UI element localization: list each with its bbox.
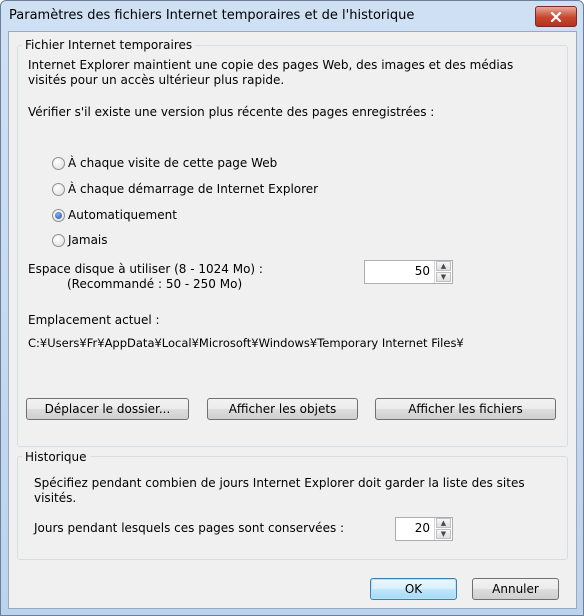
- history-description-2: visités.: [34, 491, 77, 505]
- chevron-up-icon: ▲: [440, 519, 447, 527]
- radio-never-label[interactable]: Jamais: [68, 233, 108, 248]
- temp-files-description-2: visités pour un accès ultérieur plus rap…: [28, 73, 285, 87]
- history-days-up-button[interactable]: ▲: [436, 518, 451, 528]
- radio-automatic-label[interactable]: Automatiquement: [68, 208, 177, 223]
- disk-space-spin-buttons: ▲ ▼: [434, 261, 452, 283]
- temp-files-group-label: Fichier Internet temporaires: [22, 38, 196, 52]
- cancel-button[interactable]: Annuler: [472, 578, 559, 600]
- close-button[interactable]: [535, 6, 577, 27]
- view-objects-button[interactable]: Afficher les objets: [207, 398, 358, 420]
- history-days-spin-buttons: ▲ ▼: [434, 518, 452, 540]
- disk-space-value[interactable]: 50: [415, 264, 430, 278]
- radio-every-start[interactable]: [52, 183, 65, 196]
- history-days-label: Jours pendant lesquels ces pages sont co…: [34, 521, 345, 535]
- radio-automatic[interactable]: [52, 209, 65, 222]
- disk-space-up-button[interactable]: ▲: [436, 261, 451, 271]
- temp-files-description-1: Internet Explorer maintient une copie de…: [28, 58, 514, 72]
- close-icon: [550, 11, 562, 22]
- dialog-window: Paramètres des fichiers Internet tempora…: [0, 0, 584, 616]
- history-group: [17, 456, 568, 560]
- chevron-up-icon: ▲: [440, 262, 447, 270]
- disk-space-label: Espace disque à utiliser (8 - 1024 Mo) :: [28, 262, 263, 276]
- ok-button[interactable]: OK: [370, 578, 457, 600]
- dialog-body: Fichier Internet temporaires Internet Ex…: [8, 31, 577, 609]
- history-description-1: Spécifiez pendant combien de jours Inter…: [34, 476, 525, 490]
- history-group-label: Historique: [22, 450, 90, 464]
- chevron-down-icon: ▼: [440, 273, 447, 281]
- history-days-stepper[interactable]: 20 ▲ ▼: [395, 517, 453, 541]
- radio-every-start-label[interactable]: À chaque démarrage de Internet Explorer: [68, 182, 318, 197]
- history-days-value[interactable]: 20: [415, 521, 430, 535]
- history-days-down-button[interactable]: ▼: [436, 529, 451, 539]
- location-path: C:¥Users¥Fr¥AppData¥Local¥Microsoft¥Wind…: [28, 336, 464, 350]
- location-label: Emplacement actuel :: [28, 313, 160, 327]
- check-version-label: Vérifier s'il existe une version plus ré…: [28, 105, 435, 119]
- disk-space-recommended: (Recommandé : 50 - 250 Mo): [67, 277, 243, 291]
- title-bar[interactable]: Paramètres des fichiers Internet tempora…: [1, 1, 583, 31]
- radio-never[interactable]: [52, 234, 65, 247]
- view-files-button[interactable]: Afficher les fichiers: [375, 398, 556, 420]
- radio-every-visit-label[interactable]: À chaque visite de cette page Web: [68, 156, 277, 171]
- move-folder-button[interactable]: Déplacer le dossier...: [26, 398, 189, 420]
- chevron-down-icon: ▼: [440, 530, 447, 538]
- radio-every-visit[interactable]: [52, 157, 65, 170]
- window-title: Paramètres des fichiers Internet tempora…: [9, 8, 415, 23]
- disk-space-down-button[interactable]: ▼: [436, 272, 451, 282]
- disk-space-stepper[interactable]: 50 ▲ ▼: [364, 260, 453, 284]
